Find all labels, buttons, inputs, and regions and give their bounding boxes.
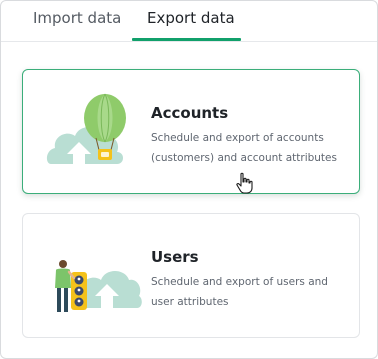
users-card-description: Schedule and export of users and user at… — [151, 276, 328, 308]
tab-import-data[interactable]: Import data — [33, 9, 121, 41]
accounts-card-description: Schedule and export of accounts (custome… — [151, 132, 337, 164]
tab-export-data[interactable]: Export data — [147, 9, 235, 41]
users-export-card[interactable]: Users Schedule and export of users and u… — [22, 213, 360, 338]
person-cloud-upload-icon — [55, 260, 142, 312]
accounts-export-card[interactable]: Accounts Schedule and export of accounts… — [22, 69, 360, 194]
users-card-title: Users — [151, 248, 199, 266]
hand-pointer-cursor-icon — [236, 172, 253, 194]
hot-air-balloon-cloud-upload-icon — [46, 93, 126, 164]
tab-bar: Import data Export data — [1, 1, 377, 42]
accounts-card-title: Accounts — [151, 104, 229, 122]
export-panel: Import data Export data Accounts Schedul… — [0, 0, 378, 359]
active-tab-indicator — [132, 38, 241, 41]
